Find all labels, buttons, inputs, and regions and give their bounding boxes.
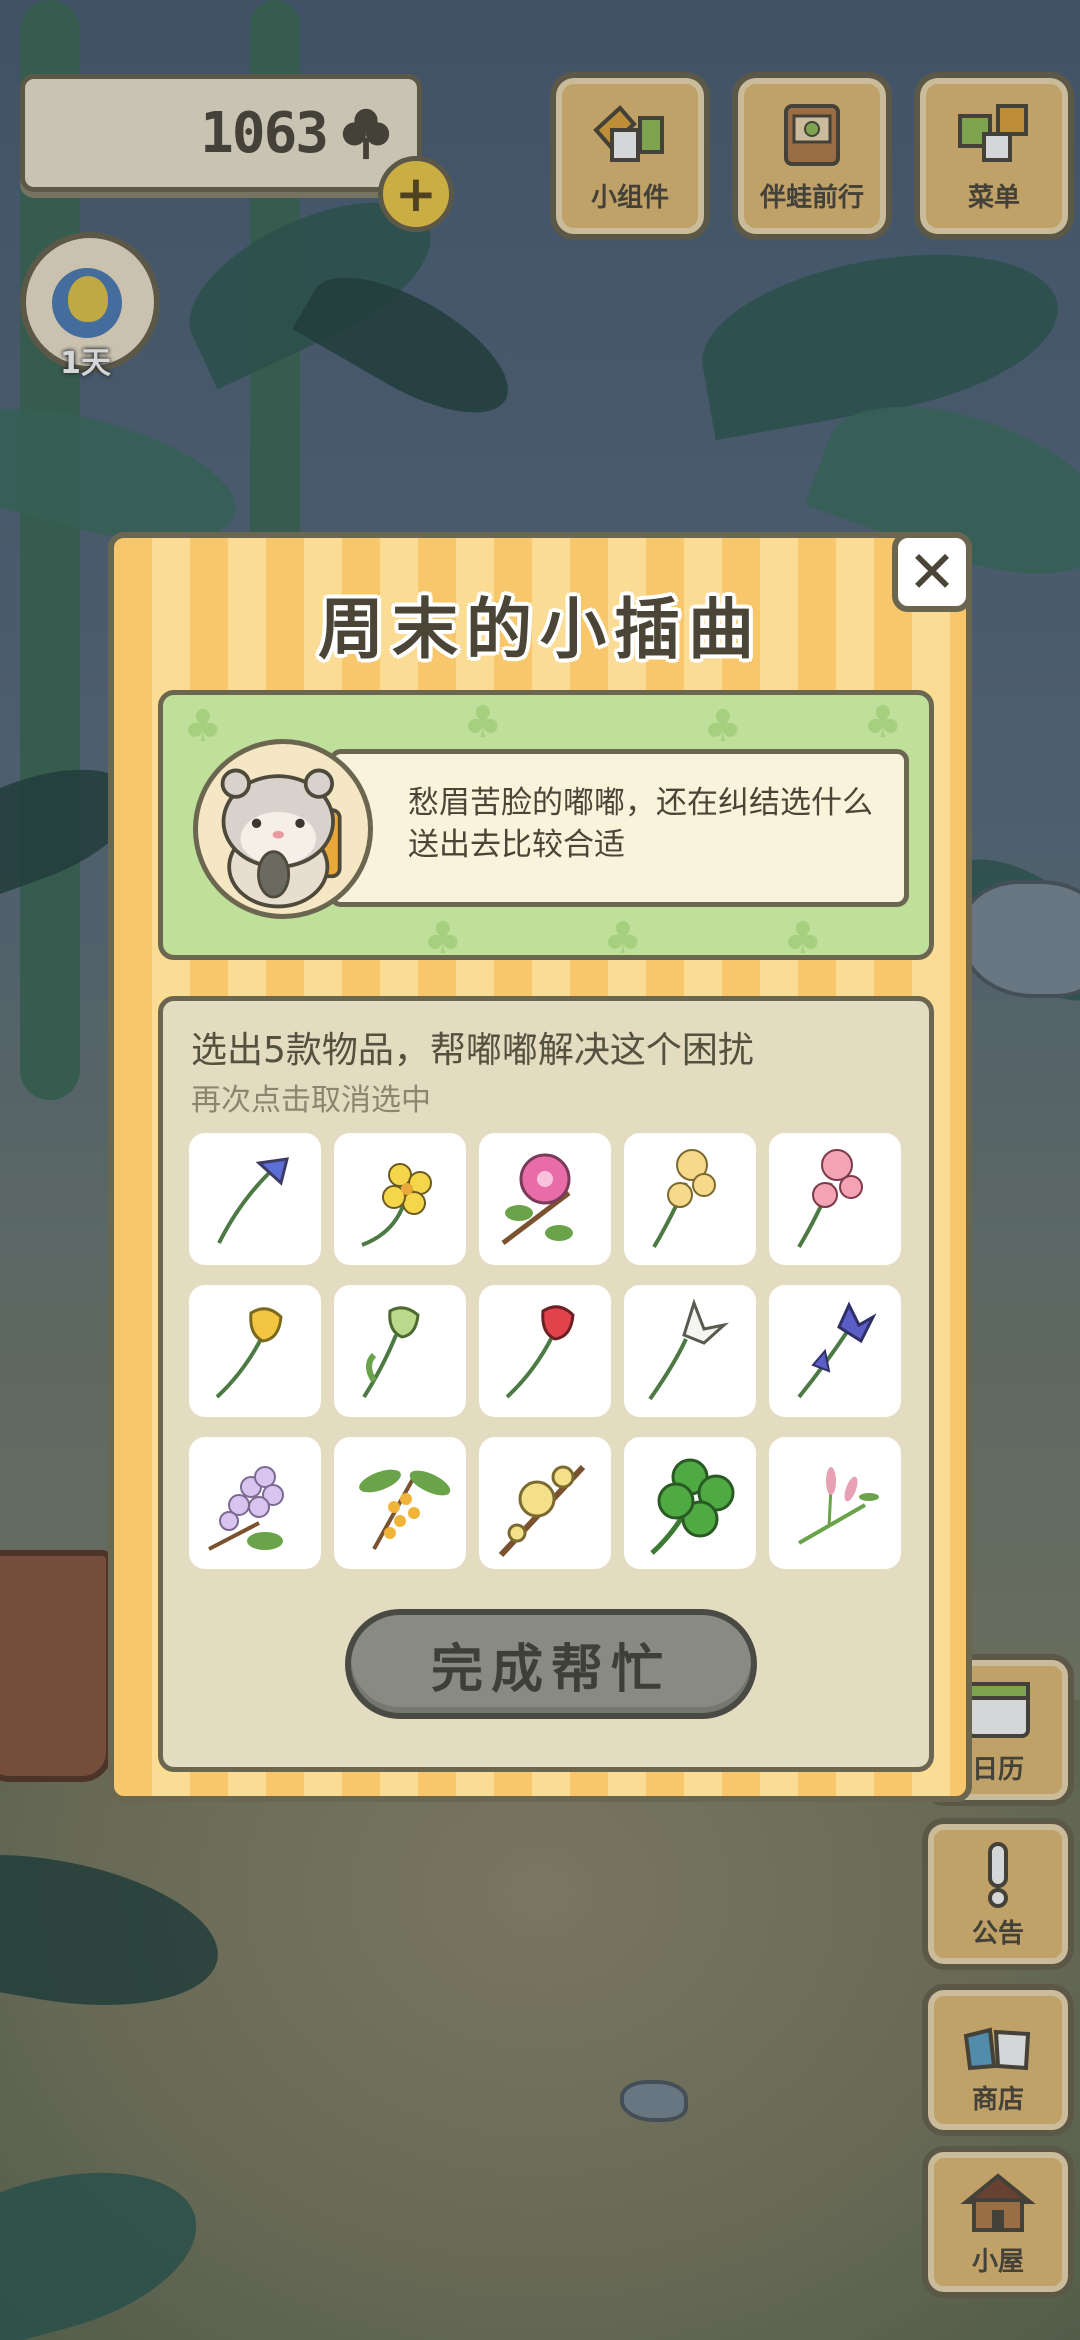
osmanthus-flower-icon [359,1469,451,1550]
lilac-flower-icon [208,1466,284,1551]
hamster-icon [220,768,342,909]
item-slot-hibiscus[interactable] [479,1133,611,1265]
item-grid [189,1133,911,1569]
buttercup-flower-icon [361,1163,432,1247]
story-panel: ♣ ♣ ♣ ♣ ♣ ♣ ♣ 愁眉苦脸的嘟嘟，还在纠结选什么送出去比较合适 [158,690,934,960]
item-slot-buttercup[interactable] [334,1133,466,1265]
selection-hint: 再次点击取消选中 [191,1083,431,1118]
item-slot-white-lily[interactable] [624,1285,756,1417]
selection-instruction: 选出5款物品，帮嘟嘟解决这个困扰 [191,1030,754,1071]
clover-pattern-icon: ♣ [863,697,903,748]
hibiscus-flower-icon [501,1153,573,1245]
story-text: 愁眉苦脸的嘟嘟，还在纠结选什么送出去比较合适 [408,785,873,863]
item-slot-osmanthus[interactable] [334,1437,466,1569]
item-selection-panel: 选出5款物品，帮嘟嘟解决这个困扰 再次点击取消选中 完成帮忙 [158,996,934,1772]
item-slot-red-tulip[interactable] [479,1285,611,1417]
white-lily-flower-icon [648,1298,730,1401]
wintersweet-flower-icon [498,1464,586,1558]
speech-box: 愁眉苦脸的嘟嘟，还在纠结选什么送出去比较合适 [329,749,909,907]
clover-pattern-icon: ♣ [183,701,223,752]
event-dialog: 周末的小插曲 ♣ ♣ ♣ ♣ ♣ ♣ ♣ 愁眉苦脸的嘟嘟，还在纠结选什么送出去比… [108,532,972,1802]
item-slot-yellow-pansy[interactable] [624,1133,756,1265]
clover-pattern-icon: ♣ [703,701,743,752]
close-icon: ✕ [907,538,957,606]
game-screen: 1063 + 1天 小组件 伴蛙前行 菜单 日历 公告 商店 小屋 周末的小插曲… [0,0,1080,2340]
item-slot-wintersweet[interactable] [479,1437,611,1569]
item-slot-pink-grass[interactable] [769,1437,901,1569]
dialog-title: 周末的小插曲 [318,591,762,668]
four-leaf-clover-icon [650,1458,735,1555]
item-slot-lilac[interactable] [189,1437,321,1569]
pink-grass-flower-icon [798,1467,879,1545]
item-slot-iris[interactable] [769,1285,901,1417]
item-slot-bluebell[interactable] [189,1133,321,1265]
clover-pattern-icon: ♣ [603,913,643,960]
red-tulip-flower-icon [505,1305,575,1399]
iris-flower-icon [797,1301,877,1399]
item-slot-green-tulip[interactable] [334,1285,466,1417]
pansy-yellow-flower-icon [652,1149,716,1249]
close-dialog-button[interactable]: ✕ [892,532,972,612]
item-slot-four-leaf-clover[interactable] [624,1437,756,1569]
complete-help-button[interactable]: 完成帮忙 [345,1609,757,1719]
clover-pattern-icon: ♣ [463,697,503,748]
bluebell-flower-icon [217,1157,289,1244]
pansy-pink-flower-icon [797,1149,863,1249]
item-slot-pink-pansy[interactable] [769,1133,901,1265]
item-slot-yellow-tulip[interactable] [189,1285,321,1417]
clover-pattern-icon: ♣ [423,913,463,960]
clover-pattern-icon: ♣ [783,913,823,960]
green-tulip-flower-icon [362,1306,420,1399]
hamster-portrait [193,739,373,919]
yellow-tulip-flower-icon [215,1307,283,1399]
